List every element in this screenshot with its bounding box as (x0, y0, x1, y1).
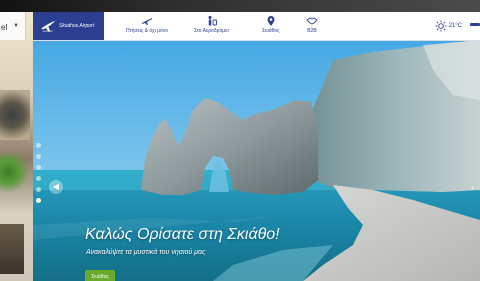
nav-at-airport[interactable]: Στο Αεροδρόμιο (194, 15, 229, 34)
slide-dot[interactable] (36, 143, 41, 148)
slide-dot[interactable] (36, 154, 41, 159)
hero-slide: ◀ › (33, 40, 480, 281)
chevron-right-icon[interactable]: › (471, 183, 477, 192)
airplane-icon (142, 18, 153, 25)
sun-icon (435, 20, 447, 32)
background-photo-plant (0, 152, 28, 192)
nav-label: B2B (307, 28, 317, 34)
background-photo-shelf (0, 90, 30, 140)
plane-logo-icon (40, 20, 56, 32)
nav-flights[interactable]: Πτήσεις & όχι μόνο (126, 15, 168, 34)
top-background-strip (0, 0, 480, 12)
menu-icon[interactable] (470, 23, 480, 26)
hero-image (33, 40, 480, 281)
site-logo[interactable]: Skiathos Airport (33, 12, 104, 40)
hero-subtitle: Ανακαλύψτε τα μυστικά του νησιού μας (86, 249, 206, 256)
slide-dot[interactable] (36, 176, 41, 181)
nav-skiathos[interactable]: Σκιάθος (262, 15, 280, 34)
handshake-icon (306, 17, 318, 25)
language-code: el (1, 23, 8, 32)
weather-temperature: 21°C (448, 23, 462, 29)
nav-label: Πτήσεις & όχι μόνο (126, 28, 169, 34)
slide-dot[interactable] (36, 187, 41, 192)
weather-widget: 21°C (435, 20, 462, 32)
skiathos-button[interactable]: Σκιάθος (85, 270, 115, 281)
chevron-left-icon[interactable]: ◀ (49, 180, 63, 194)
logo-text: Skiathos Airport (59, 23, 95, 29)
hero-title: Καλώς Ορίσατε στη Σκιάθο! (85, 226, 280, 243)
nav-b2b[interactable]: B2B (306, 15, 318, 34)
slide-indicators (36, 143, 41, 209)
slide-dot[interactable] (36, 165, 41, 170)
hero-window: Skiathos Airport Πτήσεις & όχι μόνο Στο … (33, 12, 480, 281)
slide-dot-active[interactable] (36, 198, 41, 203)
nav-label: Σκιάθος (262, 28, 280, 34)
top-navbar: Skiathos Airport Πτήσεις & όχι μόνο Στο … (33, 12, 480, 41)
map-pin-icon (267, 16, 275, 26)
screen: el ▼ Skiathos Airport Πτήσεις & όχι μόνο… (0, 0, 480, 281)
background-page-panel: el ▼ (0, 12, 33, 281)
travellers-icon (208, 16, 217, 26)
chevron-down-icon: ▼ (13, 23, 19, 29)
background-photo-chair (0, 224, 24, 274)
nav-label: Στο Αεροδρόμιο (194, 28, 230, 34)
language-selector[interactable]: el ▼ (0, 12, 26, 40)
